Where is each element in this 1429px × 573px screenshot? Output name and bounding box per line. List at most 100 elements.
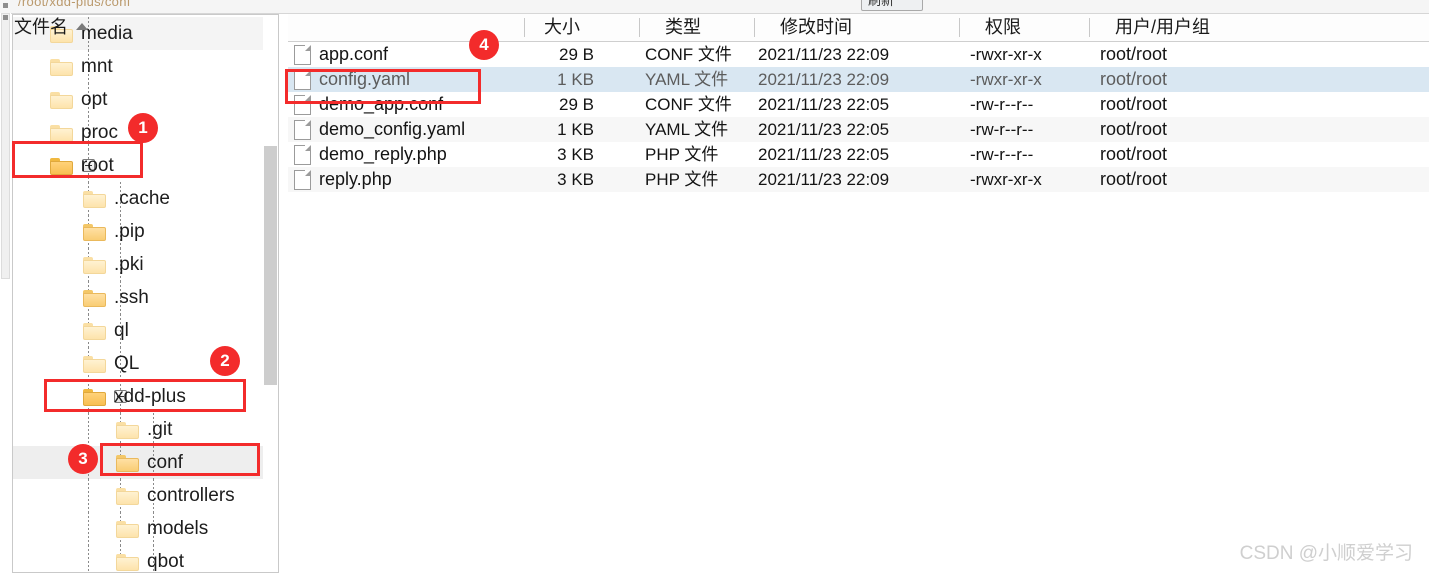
- file-row[interactable]: config.yaml 1 KB YAML 文件 2021/11/23 22:09 -r…: [288, 67, 1429, 92]
- directory-tree-panel[interactable]: media mnt opt proc root .cache .pip .pki .ssh ql Q…: [12, 14, 279, 573]
- file-icon: [294, 45, 311, 65]
- path-breadcrumb-text[interactable]: /root/xdd-plus/conf: [18, 0, 131, 9]
- column-divider[interactable]: [1089, 18, 1090, 37]
- tree-item-label: xdd-plus: [114, 386, 186, 407]
- column-header-size[interactable]: 大小: [544, 14, 580, 41]
- file-name-cell: config.yaml: [319, 69, 411, 89]
- file-row[interactable]: demo_config.yaml 1 KB YAML 文件 2021/11/23 22…: [288, 117, 1429, 142]
- file-type-cell: PHP 文件: [645, 145, 719, 164]
- tree-item-root[interactable]: root: [13, 149, 278, 182]
- tree-item-label: mnt: [81, 56, 113, 77]
- column-header-type[interactable]: 类型: [665, 14, 701, 41]
- scroll-marker-a: [3, 3, 8, 8]
- file-size-cell: 1 KB: [557, 120, 594, 139]
- tree-guide-line: [88, 545, 89, 572]
- tree-item-dot-git[interactable]: .git: [13, 413, 278, 446]
- tree-item-opt[interactable]: opt: [13, 83, 278, 116]
- tree-item-ql[interactable]: ql: [13, 314, 278, 347]
- folder-icon: [83, 257, 106, 274]
- file-owner-cell: root/root: [1100, 169, 1168, 189]
- column-divider[interactable]: [639, 18, 640, 37]
- file-perm-cell: -rw-r--r--: [970, 95, 1034, 114]
- tree-item-label: ql: [114, 320, 129, 341]
- tree-item-label: QL: [114, 353, 140, 374]
- file-row[interactable]: demo_app.conf 29 B CONF 文件 2021/11/23 22:05…: [288, 92, 1429, 117]
- column-header-owner[interactable]: 用户/用户组: [1115, 14, 1210, 41]
- tree-guide-line: [88, 479, 89, 512]
- tree-guide-line: [88, 512, 89, 545]
- file-mtime-cell: 2021/11/23 22:05: [758, 120, 890, 139]
- tree-item-dot-cache[interactable]: .cache: [13, 182, 278, 215]
- column-divider[interactable]: [754, 18, 755, 37]
- window-icon[interactable]: [1008, 0, 1030, 1]
- annotation-badge-2: 2: [210, 346, 240, 376]
- tree-item-label: models: [147, 518, 209, 539]
- file-type-cell: CONF 文件: [645, 95, 732, 114]
- annotation-badge-4: 4: [469, 30, 499, 60]
- tree-item-mnt[interactable]: mnt: [13, 50, 278, 83]
- file-list-panel[interactable]: 文件名 大小 类型 修改时间 权限 用户/用户组 app.conf 29 B CONF 文件 2…: [14, 14, 1429, 573]
- folder-icon: [83, 224, 106, 241]
- file-icon: [294, 120, 311, 140]
- file-name-cell: demo_app.conf: [319, 94, 444, 114]
- file-mtime-cell: 2021/11/23 22:05: [758, 95, 890, 114]
- tree-item-label: .cache: [114, 188, 170, 209]
- tree-item-label: controllers: [147, 485, 235, 506]
- column-header-name[interactable]: 文件名: [14, 14, 68, 41]
- folder-icon: [83, 191, 106, 208]
- tree-item-xdd-plus[interactable]: xdd-plus: [13, 380, 278, 413]
- folder-icon: [50, 59, 73, 76]
- folder-icon: [83, 389, 106, 406]
- tree-item-qbot[interactable]: qbot: [13, 545, 278, 572]
- file-type-cell: YAML 文件: [645, 120, 729, 139]
- folder-icon: [50, 158, 73, 175]
- outer-scrollbar-thumb[interactable]: [1, 13, 10, 279]
- column-divider[interactable]: [959, 18, 960, 37]
- refresh-button[interactable]: 刷新: [861, 0, 923, 11]
- file-size-cell: 3 KB: [557, 145, 594, 164]
- tree-item-dot-pip[interactable]: .pip: [13, 215, 278, 248]
- column-header-perm[interactable]: 权限: [985, 14, 1021, 41]
- folder-icon: [116, 488, 139, 505]
- folder-icon: [116, 554, 139, 571]
- tree-item-dot-pki[interactable]: .pki: [13, 248, 278, 281]
- cloud-icon[interactable]: [930, 0, 947, 1]
- file-owner-cell: root/root: [1100, 144, 1168, 164]
- refresh-button-label: 刷新: [868, 0, 895, 8]
- folder-icon: [50, 125, 73, 142]
- tree-item-dot-ssh[interactable]: .ssh: [13, 281, 278, 314]
- file-row[interactable]: reply.php 3 KB PHP 文件 2021/11/23 22:09 -rwxr…: [288, 167, 1429, 192]
- tree-item-label: qbot: [147, 551, 184, 572]
- folder-icon: [83, 356, 106, 373]
- file-icon: [294, 170, 311, 190]
- file-perm-cell: -rw-r--r--: [970, 145, 1034, 164]
- tree-item-label: .pip: [114, 221, 145, 242]
- file-icon: [294, 145, 311, 165]
- tree-item-label: .pki: [114, 254, 144, 275]
- file-row[interactable]: demo_reply.php 3 KB PHP 文件 2021/11/23 22:05…: [288, 142, 1429, 167]
- tree-item-label: proc: [81, 122, 118, 143]
- file-row[interactable]: app.conf 29 B CONF 文件 2021/11/23 22:09 -rwxr…: [288, 42, 1429, 67]
- tree-item-controllers[interactable]: controllers: [13, 479, 278, 512]
- column-header-mtime[interactable]: 修改时间: [780, 14, 852, 41]
- file-mtime-cell: 2021/11/23 22:05: [758, 145, 890, 164]
- file-perm-cell: -rwxr-xr-x: [970, 70, 1042, 89]
- minimize-icon[interactable]: [955, 0, 967, 1]
- maximize-icon[interactable]: [978, 0, 1000, 1]
- annotation-badge-3: 3: [68, 444, 98, 474]
- tree-scrollbar[interactable]: [263, 15, 278, 572]
- file-list-header: 文件名 大小 类型 修改时间 权限 用户/用户组: [14, 14, 1429, 42]
- sort-ascending-icon[interactable]: [76, 23, 88, 30]
- file-mtime-cell: 2021/11/23 22:09: [758, 170, 890, 189]
- file-name-cell: app.conf: [319, 44, 389, 64]
- scroll-marker-b: [3, 15, 8, 20]
- column-divider[interactable]: [524, 18, 525, 37]
- outer-scrollbar[interactable]: [0, 13, 11, 573]
- file-owner-cell: root/root: [1100, 119, 1168, 139]
- file-name-cell: demo_config.yaml: [319, 119, 466, 139]
- tree-item-conf[interactable]: conf: [13, 446, 278, 479]
- file-name-cell: demo_reply.php: [319, 144, 447, 164]
- tree-scrollbar-thumb[interactable]: [264, 146, 277, 385]
- tree-item-models[interactable]: models: [13, 512, 278, 545]
- toolbar-strip: /root/xdd-plus/conf 刷新: [0, 0, 1429, 14]
